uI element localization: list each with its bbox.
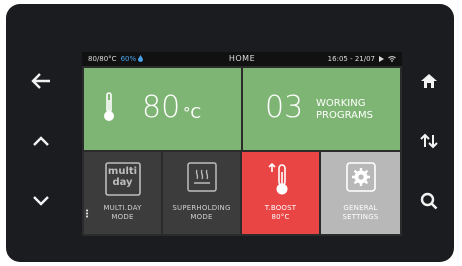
back-arrow-icon[interactable] [24, 64, 58, 98]
up-chevron-icon[interactable] [24, 124, 58, 158]
programs-count: 03 [265, 90, 304, 125]
general-settings-label: GENERAL SETTINGS [342, 204, 379, 221]
tboost-tile[interactable]: T.BOOST 80°C [242, 152, 319, 234]
thermometer-up-icon [267, 162, 287, 195]
touch-screen: 80/80°C 60% HOME 16:05 - 21/07 80 °C 03 … [82, 52, 402, 236]
multiday-label: MULTI.DAY MODE [103, 204, 142, 221]
thermometer-icon [104, 92, 114, 121]
search-icon[interactable] [412, 184, 446, 218]
steam-icon [186, 162, 217, 192]
tboost-label: T.BOOST 80°C [264, 204, 297, 221]
temperature-value: 80 [142, 90, 181, 125]
superholding-mode-tile[interactable]: SUPERHOLDING MODE [163, 152, 240, 234]
multiday-mode-tile[interactable]: multi day MULTI.DAY MODE [84, 152, 161, 234]
home-icon[interactable] [412, 64, 446, 98]
general-settings-tile[interactable]: GENERAL SETTINGS [321, 152, 400, 234]
multiday-icon-text: multi day [107, 166, 138, 188]
play-icon [379, 56, 384, 62]
sort-arrows-icon[interactable] [412, 124, 446, 158]
gear-icon [345, 162, 376, 192]
programs-label: WORKING PROGRAMS [316, 98, 373, 121]
temperature-unit: °C [183, 104, 201, 122]
status-datetime: 16:05 - 21/07 [327, 55, 375, 63]
wifi-icon [388, 56, 396, 62]
working-programs-tile[interactable]: 03 WORKING PROGRAMS [243, 68, 400, 150]
more-options-icon[interactable]: • • • [85, 208, 89, 221]
temperature-tile[interactable]: 80 °C [84, 68, 241, 150]
oven-control-panel: 80/80°C 60% HOME 16:05 - 21/07 80 °C 03 … [6, 4, 454, 262]
status-bar: 80/80°C 60% HOME 16:05 - 21/07 [82, 52, 402, 66]
down-chevron-icon[interactable] [24, 184, 58, 218]
superholding-label: SUPERHOLDING MODE [172, 204, 231, 221]
